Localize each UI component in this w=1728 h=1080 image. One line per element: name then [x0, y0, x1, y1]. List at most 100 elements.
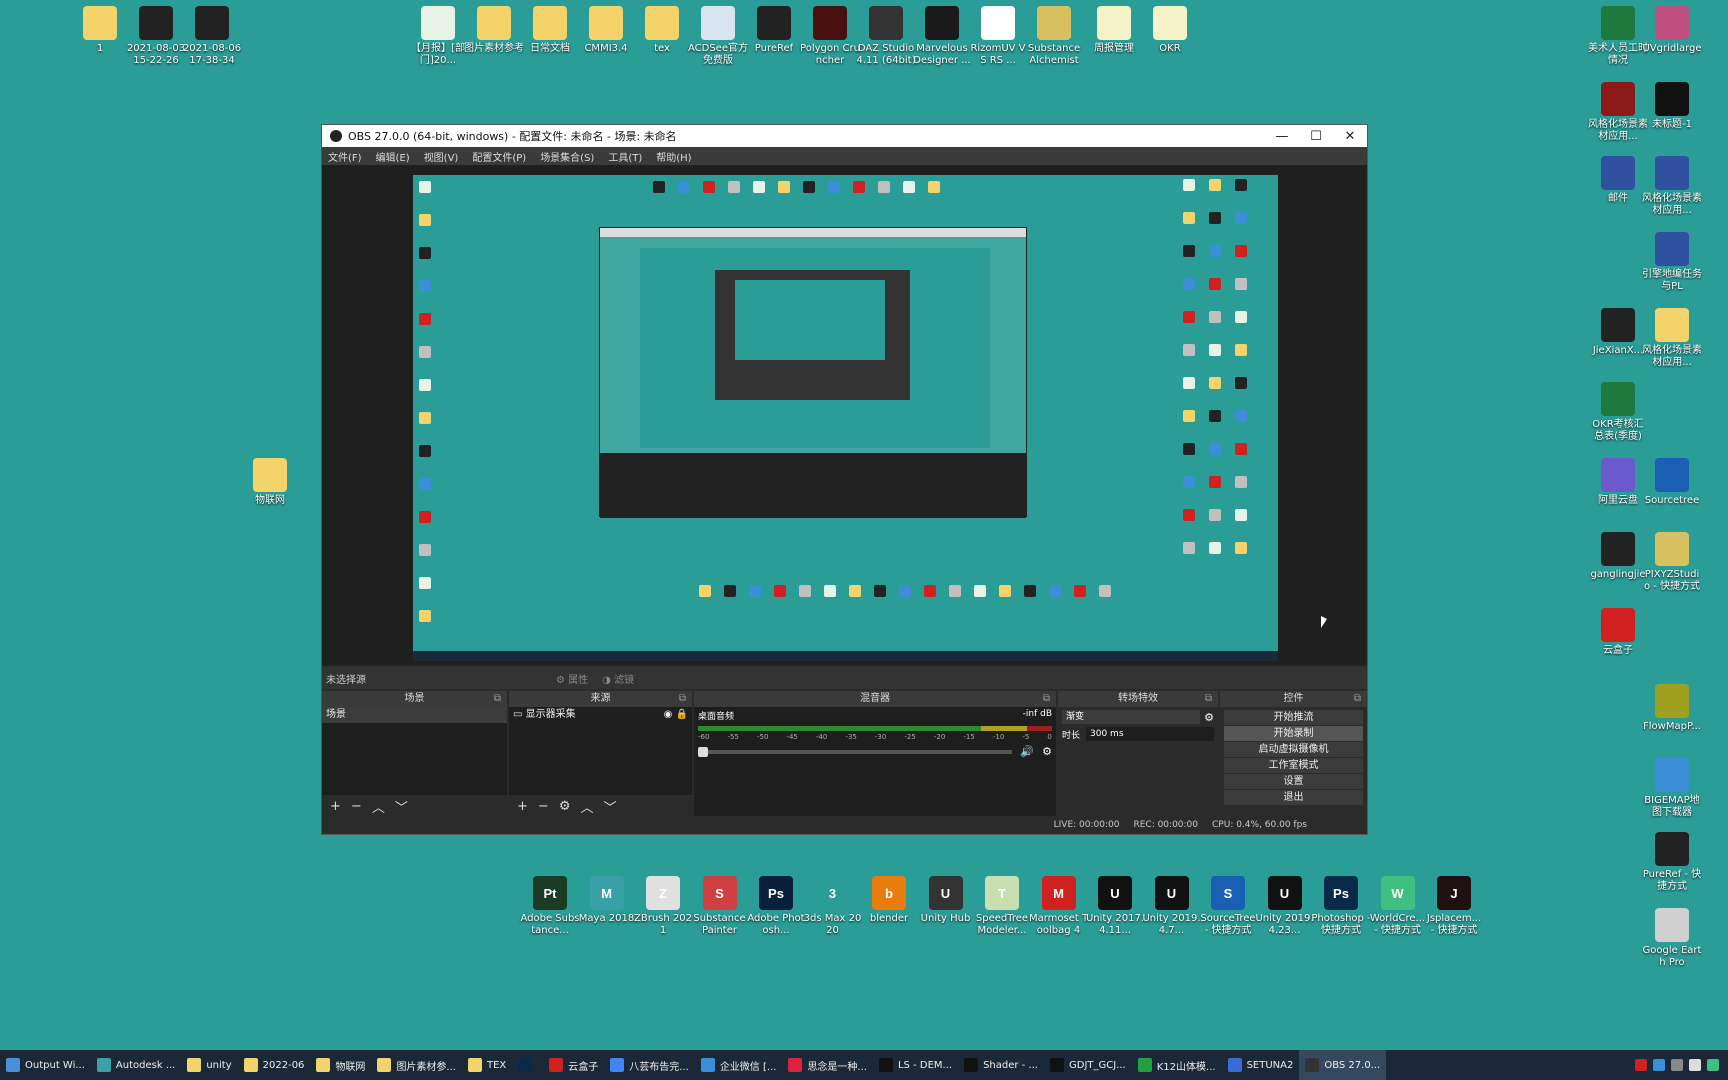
- dock-pin-icon[interactable]: ⧉: [1205, 691, 1212, 707]
- source-item[interactable]: ▭ 显示器采集 ◉ 🔒: [509, 707, 692, 723]
- gear-icon[interactable]: ⚙: [1042, 745, 1052, 758]
- volume-slider[interactable]: [698, 746, 1013, 757]
- taskbar-item[interactable]: 云盒子: [543, 1050, 604, 1080]
- desktop-icon[interactable]: ganglingjie: [1588, 532, 1648, 581]
- transition-select[interactable]: 渐变: [1062, 710, 1201, 724]
- desktop-icon[interactable]: 1: [70, 6, 130, 55]
- desktop-icon[interactable]: ACDSee官方免费版: [688, 6, 748, 67]
- filters-button[interactable]: ◑ 滤镜: [602, 671, 634, 686]
- desktop-icon[interactable]: U Unity Hub: [916, 876, 976, 925]
- desktop-icon[interactable]: W WorldCre... - 快捷方式: [1368, 876, 1428, 937]
- desktop-icon[interactable]: BIGEMAP地图下载器: [1642, 758, 1702, 819]
- tray-icon[interactable]: [1671, 1059, 1683, 1071]
- dock-pin-icon[interactable]: ⧉: [1043, 691, 1050, 707]
- desktop-icon[interactable]: Sourcetree: [1642, 458, 1702, 507]
- taskbar-item[interactable]: TEX: [462, 1050, 512, 1080]
- taskbar-item[interactable]: 八芸布告完...: [604, 1050, 695, 1080]
- desktop-icon[interactable]: Ps Photoshop - 快捷方式: [1311, 876, 1371, 937]
- control-button[interactable]: 设置: [1224, 774, 1363, 789]
- maximize-icon[interactable]: ☐: [1299, 129, 1333, 144]
- taskbar-item[interactable]: K12山体模...: [1132, 1050, 1222, 1080]
- desktop-icon[interactable]: 美术人员工时情况: [1588, 6, 1648, 67]
- taskbar-item[interactable]: SETUNA2: [1222, 1050, 1300, 1080]
- desktop-icon[interactable]: 引擎地编任务与PL: [1642, 232, 1702, 293]
- menu-item[interactable]: 场景集合(S): [540, 149, 594, 164]
- add-icon[interactable]: +: [330, 799, 341, 814]
- desktop-icon[interactable]: Polygon Cruncher: [800, 6, 860, 67]
- desktop-icon[interactable]: Z ZBrush 2021: [633, 876, 693, 937]
- desktop-icon[interactable]: b blender: [859, 876, 919, 925]
- desktop-icon[interactable]: 邮件: [1588, 156, 1648, 205]
- desktop-icon[interactable]: 风格化场景素材应用...: [1588, 82, 1648, 143]
- control-button[interactable]: 启动虚拟摄像机: [1224, 742, 1363, 757]
- scene-item[interactable]: 场景: [322, 707, 507, 723]
- desktop-icon[interactable]: UVgridlarge: [1642, 6, 1702, 55]
- gear-icon[interactable]: ⚙: [559, 799, 571, 814]
- taskbar-item[interactable]: 2022-06: [238, 1050, 311, 1080]
- close-icon[interactable]: ✕: [1333, 129, 1367, 144]
- menu-item[interactable]: 帮助(H): [656, 149, 691, 164]
- down-icon[interactable]: ﹀: [603, 797, 616, 816]
- remove-icon[interactable]: −: [351, 799, 362, 814]
- properties-button[interactable]: ⚙ 属性: [556, 671, 588, 686]
- menu-item[interactable]: 编辑(E): [376, 149, 410, 164]
- taskbar-item[interactable]: OBS 27.0...: [1299, 1050, 1387, 1080]
- desktop-icon[interactable]: 2021-08-06 17-38-34: [182, 6, 242, 67]
- desktop-icon[interactable]: 3 3ds Max 2020: [803, 876, 863, 937]
- desktop-icon[interactable]: Marvelous Designer ...: [912, 6, 972, 67]
- desktop-icon[interactable]: 风格化场景素材应用...: [1642, 308, 1702, 369]
- gear-icon[interactable]: ⚙: [1204, 711, 1214, 724]
- desktop-icon[interactable]: 图片素材参考: [464, 6, 524, 55]
- control-button[interactable]: 工作室模式: [1224, 758, 1363, 773]
- desktop-icon[interactable]: M Marmoset Toolbag 4: [1029, 876, 1089, 937]
- desktop-icon[interactable]: U Unity 2019.4.23...: [1255, 876, 1315, 937]
- taskbar-item[interactable]: 思念是一种...: [782, 1050, 873, 1080]
- desktop-icon[interactable]: 云盒子: [1588, 608, 1648, 657]
- obs-window[interactable]: OBS 27.0.0 (64-bit, windows) - 配置文件: 未命名…: [321, 124, 1368, 835]
- desktop-icon[interactable]: 日常文档: [520, 6, 580, 55]
- desktop-icon[interactable]: PureRef: [744, 6, 804, 55]
- preview-canvas[interactable]: [413, 175, 1278, 661]
- desktop-icon[interactable]: S Substance Painter: [690, 876, 750, 937]
- desktop-icon[interactable]: U Unity 2019.4.7...: [1142, 876, 1202, 937]
- control-button[interactable]: 开始录制: [1224, 726, 1363, 741]
- desktop-icon[interactable]: 未标题-1: [1642, 82, 1702, 131]
- menu-item[interactable]: 视图(V): [424, 149, 459, 164]
- desktop-icon[interactable]: tex: [632, 6, 692, 55]
- desktop-icon[interactable]: FlowMapP...: [1642, 684, 1702, 733]
- taskbar-item[interactable]: 图片素材参...: [371, 1050, 462, 1080]
- desktop-icon[interactable]: 阿里云盘: [1588, 458, 1648, 507]
- tray-icon[interactable]: [1653, 1059, 1665, 1071]
- desktop-icon[interactable]: Substance Alchemist: [1024, 6, 1084, 67]
- minimize-icon[interactable]: —: [1265, 129, 1299, 144]
- taskbar-item[interactable]: Output Wi...: [0, 1050, 91, 1080]
- remove-icon[interactable]: −: [538, 799, 549, 814]
- menu-item[interactable]: 文件(F): [328, 149, 362, 164]
- desktop-icon[interactable]: PureRef - 快捷方式: [1642, 832, 1702, 893]
- desktop-icon[interactable]: OKR: [1140, 6, 1200, 55]
- taskbar-item[interactable]: 企业微信 [...: [695, 1050, 783, 1080]
- desktop-icon-wulianwang[interactable]: 物联网: [240, 458, 300, 507]
- add-icon[interactable]: +: [517, 799, 528, 814]
- taskbar-item[interactable]: GDJT_GCJ...: [1044, 1050, 1132, 1080]
- taskbar-item[interactable]: [512, 1050, 543, 1080]
- eye-icon[interactable]: ◉ 🔒: [664, 707, 688, 723]
- control-button[interactable]: 开始推流: [1224, 710, 1363, 725]
- desktop-icon[interactable]: Pt Adobe Substance...: [520, 876, 580, 937]
- desktop-icon[interactable]: DAZ Studio 4.11 (64bit): [856, 6, 916, 67]
- desktop-icon[interactable]: S SourceTree - 快捷方式: [1198, 876, 1258, 937]
- tray-icon[interactable]: [1635, 1059, 1647, 1071]
- desktop-icon[interactable]: 风格化场景素材应用...: [1642, 156, 1702, 217]
- dock-pin-icon[interactable]: ⧉: [679, 691, 686, 707]
- desktop-icon[interactable]: 周报管理: [1084, 6, 1144, 55]
- menu-item[interactable]: 工具(T): [608, 149, 642, 164]
- desktop-icon[interactable]: Google Earth Pro: [1642, 908, 1702, 969]
- desktop-icon[interactable]: OKR考核汇总表(季度): [1588, 382, 1648, 443]
- taskbar-item[interactable]: Autodesk ...: [91, 1050, 181, 1080]
- dock-pin-icon[interactable]: ⧉: [1354, 691, 1361, 707]
- taskbar-item[interactable]: Shader - ...: [958, 1050, 1044, 1080]
- duration-input[interactable]: 300 ms: [1086, 727, 1214, 741]
- menu-item[interactable]: 配置文件(P): [472, 149, 526, 164]
- desktop-icon[interactable]: M Maya 2018: [577, 876, 637, 925]
- desktop-icon[interactable]: T SpeedTree Modeler...: [972, 876, 1032, 937]
